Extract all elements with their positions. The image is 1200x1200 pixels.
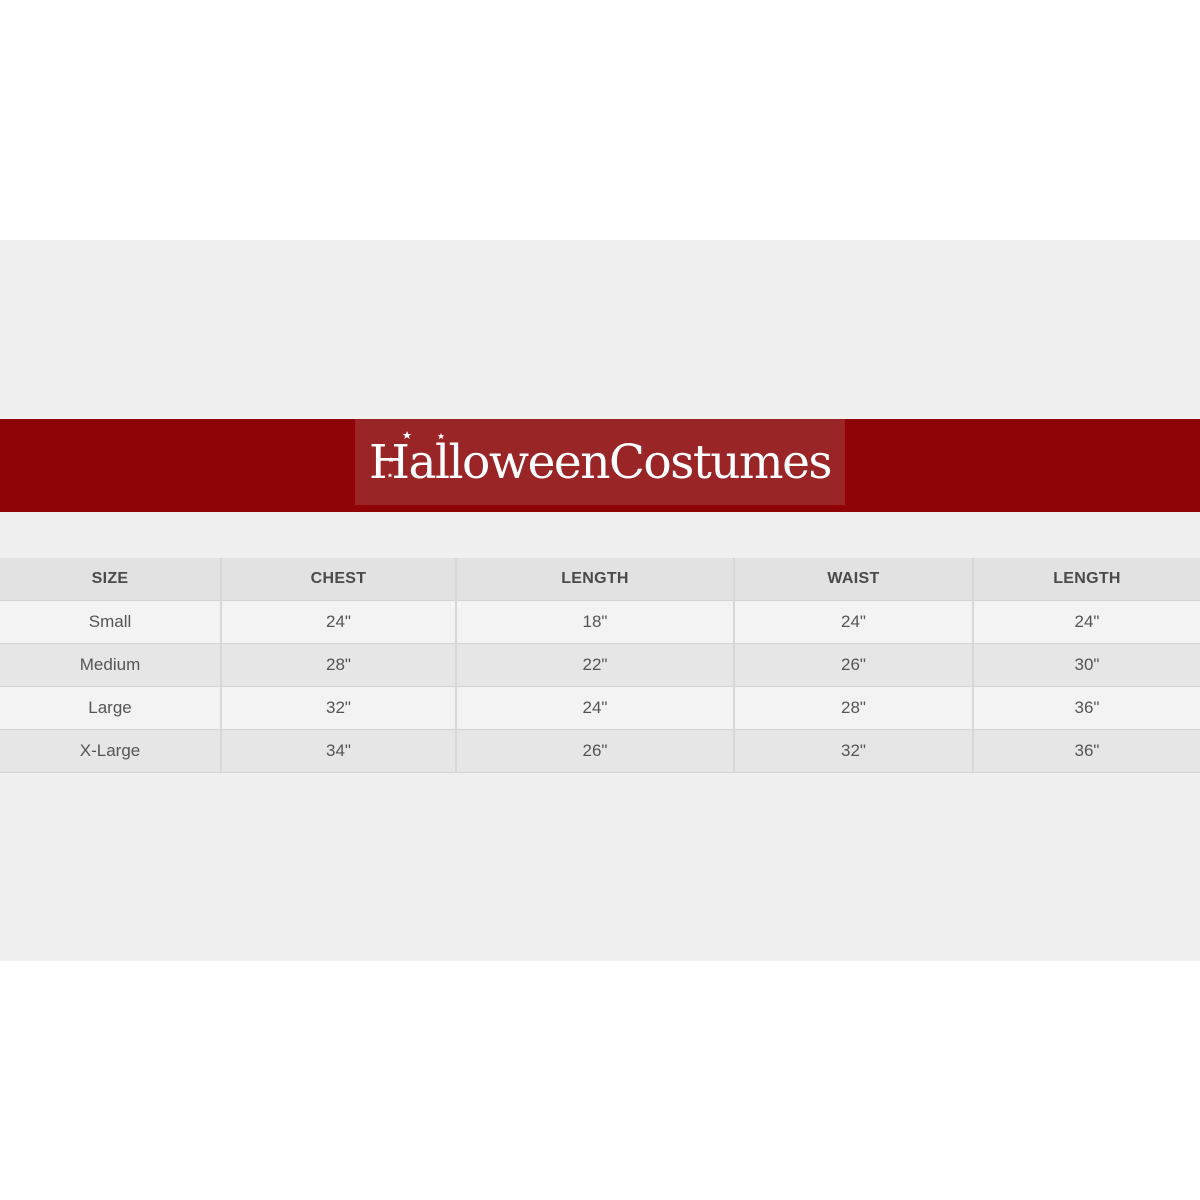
- cell-length: 18": [456, 600, 735, 644]
- cell-chest: 28": [221, 643, 457, 687]
- content-panel: HalloweenCostumes SIZE CHEST LENGTH WAIS…: [0, 240, 1200, 961]
- cell-waist: 28": [734, 686, 974, 730]
- cell-waist: 26": [734, 643, 974, 687]
- cell-chest: 24": [221, 600, 457, 644]
- sparkle-stars-icon: [387, 431, 445, 478]
- cell-length-2: 36": [973, 729, 1200, 773]
- table-row: Large 32" 24" 28" 36": [0, 686, 1200, 730]
- cell-length: 24": [456, 686, 735, 730]
- cell-size: Small: [0, 600, 222, 644]
- table-row: Small 24" 18" 24" 24": [0, 600, 1200, 644]
- header-size: SIZE: [0, 558, 222, 601]
- cell-chest: 34": [221, 729, 457, 773]
- size-chart-header-row: SIZE CHEST LENGTH WAIST LENGTH: [0, 558, 1200, 601]
- size-chart-table: SIZE CHEST LENGTH WAIST LENGTH Small 24"…: [0, 558, 1200, 773]
- cell-size: X-Large: [0, 729, 222, 773]
- cell-length-2: 30": [973, 643, 1200, 687]
- cell-chest: 32": [221, 686, 457, 730]
- table-row: Medium 28" 22" 26" 30": [0, 643, 1200, 687]
- cell-waist: 24": [734, 600, 974, 644]
- cell-length: 22": [456, 643, 735, 687]
- header-length-2: LENGTH: [973, 558, 1200, 601]
- header-waist: WAIST: [734, 558, 974, 601]
- cell-waist: 32": [734, 729, 974, 773]
- brand-banner: HalloweenCostumes: [0, 419, 1200, 512]
- cell-length-2: 36": [973, 686, 1200, 730]
- cell-size: Large: [0, 686, 222, 730]
- cell-length: 26": [456, 729, 735, 773]
- cell-length-2: 24": [973, 600, 1200, 644]
- cell-size: Medium: [0, 643, 222, 687]
- table-row: X-Large 34" 26" 32" 36": [0, 729, 1200, 773]
- header-length: LENGTH: [456, 558, 735, 601]
- logo: HalloweenCostumes: [355, 419, 845, 505]
- header-chest: CHEST: [221, 558, 457, 601]
- size-chart: SIZE CHEST LENGTH WAIST LENGTH Small 24"…: [0, 558, 1200, 773]
